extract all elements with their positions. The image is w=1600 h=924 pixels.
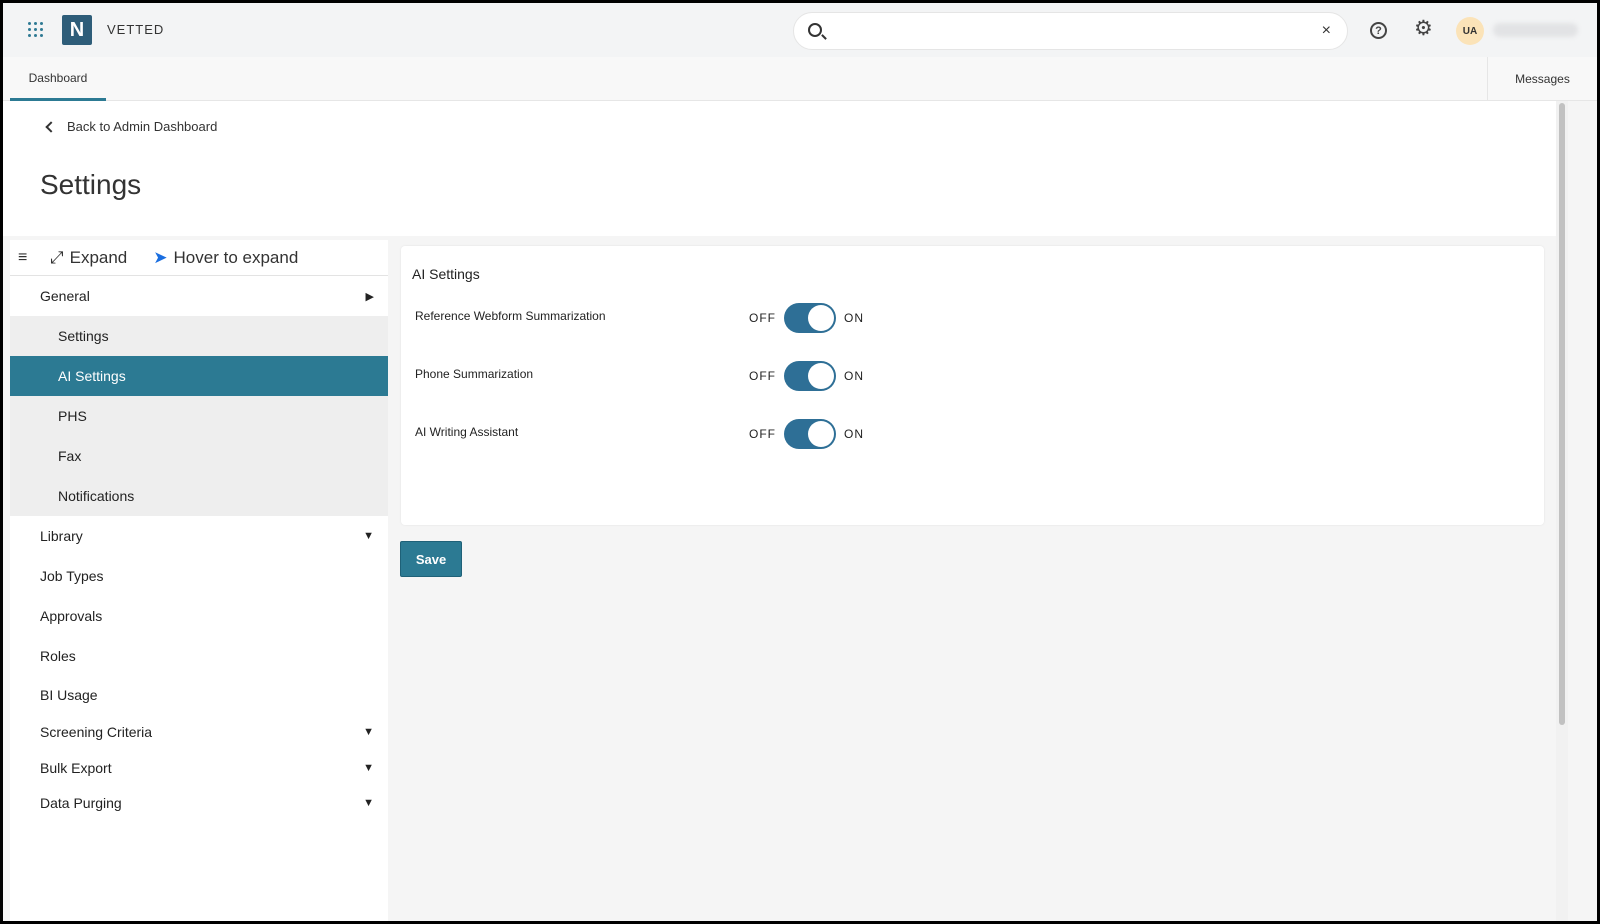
ai-settings-card: AI Settings Reference Webform Summarizat… <box>401 246 1544 525</box>
ai-writing-assistant-toggle[interactable] <box>784 419 836 449</box>
sidebar-item-data-purging[interactable]: Data Purging ▼ <box>10 785 388 820</box>
sidebar-item-label: Job Types <box>40 568 104 584</box>
sidebar-item-phs[interactable]: PHS <box>10 396 388 436</box>
sidebar-item-library[interactable]: Library ▼ <box>10 516 388 556</box>
setting-row-phone-summarization: Phone Summarization OFF ON <box>415 361 885 391</box>
sidebar-item-label: Roles <box>40 648 76 664</box>
card-title: AI Settings <box>412 266 480 282</box>
user-name-redacted[interactable] <box>1493 23 1578 37</box>
reference-webform-summarization-toggle[interactable] <box>784 303 836 333</box>
sidebar-item-label: General <box>40 288 90 304</box>
tab-bar: Dashboard Messages <box>3 57 1597 101</box>
caret-down-icon: ▼ <box>363 726 374 738</box>
app-grid-icon[interactable] <box>28 22 44 38</box>
toggle-group: OFF ON <box>749 303 864 333</box>
gear-icon[interactable]: ⚙ <box>1414 18 1433 40</box>
off-label: OFF <box>749 369 776 383</box>
sidebar-item-fax[interactable]: Fax <box>10 436 388 476</box>
on-label: ON <box>844 427 864 441</box>
sidebar-item-settings[interactable]: Settings <box>10 316 388 356</box>
general-submenu: Settings AI Settings PHS Fax Notificatio… <box>10 316 388 516</box>
sidebar-item-notifications[interactable]: Notifications <box>10 476 388 516</box>
expand-icon: ⤢ <box>50 247 64 267</box>
on-label: ON <box>844 369 864 383</box>
expand-button[interactable]: ⤢ Expand <box>50 248 127 268</box>
setting-label: Reference Webform Summarization <box>415 309 606 323</box>
sidebar-item-screening-criteria[interactable]: Screening Criteria ▼ <box>10 714 388 750</box>
toggle-knob <box>808 421 834 447</box>
brand-name: VETTED <box>107 22 165 37</box>
sidebar-item-ai-settings[interactable]: AI Settings <box>10 356 388 396</box>
sidebar-item-job-types[interactable]: Job Types <box>10 556 388 596</box>
caret-down-icon: ▼ <box>363 761 374 774</box>
tab-dashboard[interactable]: Dashboard <box>10 57 106 101</box>
clear-search-icon[interactable]: × <box>1322 22 1331 40</box>
sidebar-item-general[interactable]: General ▶ <box>10 276 388 316</box>
logo[interactable]: N <box>62 15 92 45</box>
toggle-group: OFF ON <box>749 419 864 449</box>
settings-sidebar: ≡ ⤢ Expand ➤ Hover to expand General ▶ S… <box>10 240 388 921</box>
off-label: OFF <box>749 427 776 441</box>
caret-down-icon: ▼ <box>363 796 374 809</box>
sidebar-item-label: Library <box>40 528 83 544</box>
scrollbar-thumb[interactable] <box>1559 103 1565 725</box>
setting-row-ai-writing-assistant: AI Writing Assistant OFF ON <box>415 419 885 449</box>
menu-icon[interactable]: ≡ <box>18 249 38 267</box>
tab-messages[interactable]: Messages <box>1487 57 1597 101</box>
setting-label: Phone Summarization <box>415 367 534 381</box>
on-label: ON <box>844 311 864 325</box>
avatar[interactable]: UA <box>1456 17 1484 45</box>
caret-down-icon: ▼ <box>363 530 374 542</box>
back-link[interactable]: Back to Admin Dashboard <box>43 119 217 134</box>
sidebar-item-label: Bulk Export <box>40 759 112 776</box>
cursor-icon: ➤ <box>153 247 168 267</box>
setting-label: AI Writing Assistant <box>415 425 519 439</box>
page-title: Settings <box>40 169 142 200</box>
search-input[interactable] <box>834 21 1294 43</box>
sidebar-item-label: BI Usage <box>40 687 98 703</box>
phone-summarization-toggle[interactable] <box>784 361 836 391</box>
sidebar-toolbar: ≡ ⤢ Expand ➤ Hover to expand <box>10 240 388 276</box>
help-icon[interactable]: ? <box>1370 22 1387 39</box>
back-link-label: Back to Admin Dashboard <box>67 119 218 134</box>
chevron-left-icon <box>45 120 57 133</box>
top-bar: N VETTED × ? ⚙ UA <box>3 3 1597 57</box>
page-header: Back to Admin Dashboard Settings <box>3 101 1556 236</box>
sidebar-item-label: Screening Criteria <box>40 724 153 740</box>
sidebar-item-label: Approvals <box>40 608 103 624</box>
hover-to-expand-button[interactable]: ➤ Hover to expand <box>153 248 298 268</box>
caret-right-icon: ▶ <box>365 290 374 303</box>
setting-row-reference-webform-summarization: Reference Webform Summarization OFF ON <box>415 303 885 333</box>
sidebar-item-label: Data Purging <box>40 794 122 811</box>
search-icon <box>808 23 822 37</box>
sidebar-item-bulk-export[interactable]: Bulk Export ▼ <box>10 750 388 785</box>
off-label: OFF <box>749 311 776 325</box>
app-window: N VETTED × ? ⚙ UA Dashboard Messages Bac… <box>3 3 1597 921</box>
toggle-knob <box>808 305 834 331</box>
toggle-group: OFF ON <box>749 361 864 391</box>
save-button[interactable]: Save <box>400 541 462 577</box>
sidebar-item-bi-usage[interactable]: BI Usage <box>10 676 388 714</box>
sidebar-item-approvals[interactable]: Approvals <box>10 596 388 636</box>
toggle-knob <box>808 363 834 389</box>
expand-label: Expand <box>69 247 128 267</box>
search-bar: × <box>793 12 1348 50</box>
scrollbar[interactable] <box>1556 101 1568 921</box>
sidebar-item-roles[interactable]: Roles <box>10 636 388 676</box>
hover-to-expand-label: Hover to expand <box>173 247 299 267</box>
